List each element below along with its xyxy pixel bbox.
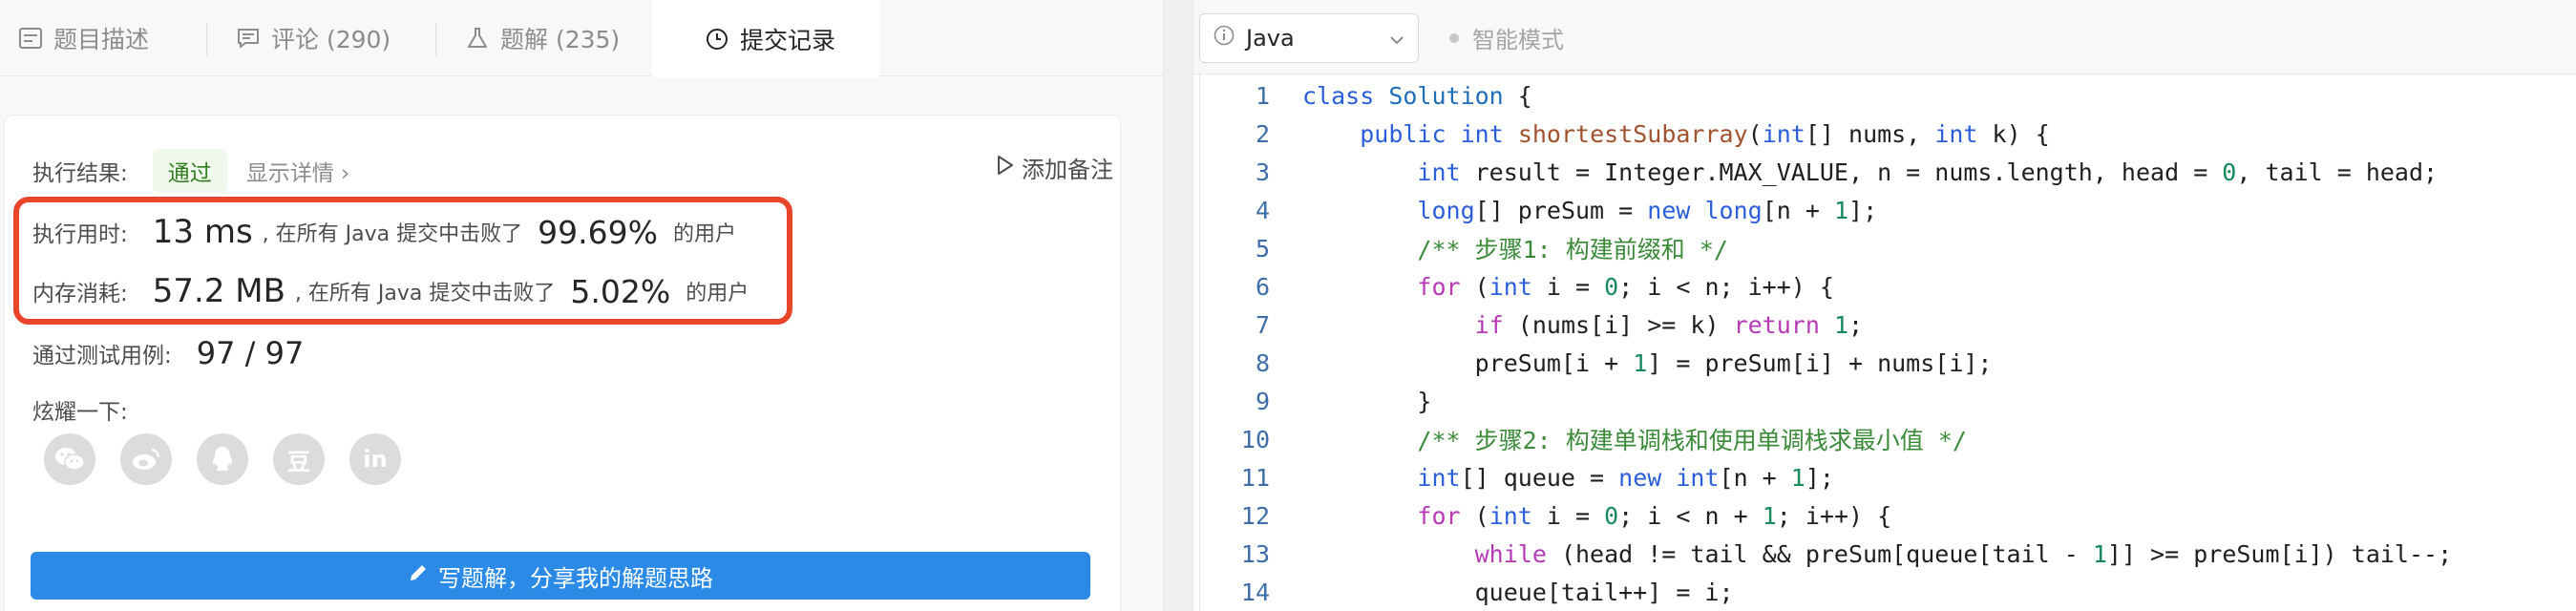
flask-icon xyxy=(464,25,491,52)
share-label: 炫耀一下: xyxy=(32,400,128,425)
tab-comments-label: 评论 (290) xyxy=(271,26,391,53)
memory-value: 57.2 MB xyxy=(152,272,285,310)
line-number: 9 xyxy=(1255,387,1270,415)
tab-submissions-label: 提交记录 xyxy=(740,26,836,54)
panel-resize-handle[interactable] xyxy=(1163,0,1193,611)
line-number: 11 xyxy=(1240,463,1270,492)
tab-solutions[interactable]: 题解 (235) xyxy=(464,0,620,76)
status-badge: 通过 xyxy=(152,149,227,193)
code-line: 10 /** 步骤2: 构建单调栈和使用单调栈求最小值 */ xyxy=(1193,420,1967,458)
tests-label: 通过测试用例: xyxy=(32,344,172,369)
linkedin-icon[interactable]: in xyxy=(349,433,401,485)
code-line: 7 if (nums[i] >= k) return 1; xyxy=(1193,306,1863,344)
code-line: 5 /** 步骤1: 构建前缀和 */ xyxy=(1193,229,1728,267)
memory-percent: 5.02% xyxy=(570,272,671,310)
code-line: 2 public int shortestSubarray(int[] nums… xyxy=(1193,115,2050,153)
tab-separator xyxy=(435,23,436,55)
runtime-compare-text: , 在所有 Java 提交中击败了 xyxy=(262,222,523,246)
language-value: Java xyxy=(1246,25,1295,52)
runtime-value: 13 ms xyxy=(152,213,253,251)
line-number: 2 xyxy=(1255,119,1270,148)
clock-icon xyxy=(704,26,730,53)
runtime-percent: 99.69% xyxy=(538,213,658,251)
line-number: 14 xyxy=(1240,578,1270,606)
code-line: 9 } xyxy=(1193,382,1432,420)
runtime-label: 执行用时: xyxy=(32,222,128,247)
douban-icon[interactable]: 豆 xyxy=(273,433,325,485)
line-number: 8 xyxy=(1255,348,1270,377)
code-editor[interactable]: 1 class Solution { 2 public int shortest… xyxy=(1193,74,2576,611)
memory-compare-text: , 在所有 Java 提交中击败了 xyxy=(294,282,556,306)
comment-icon xyxy=(235,25,262,52)
write-solution-button[interactable]: 写题解，分享我的解题思路 xyxy=(31,552,1090,600)
add-note-button[interactable]: 添加备注 xyxy=(997,151,1113,184)
tests-row: 通过测试用例: 97 / 97 xyxy=(32,333,304,373)
code-line: 8 preSum[i + 1] = preSum[i] + nums[i]; xyxy=(1193,344,1993,382)
runtime-row: 执行用时: 13 ms , 在所有 Java 提交中击败了 99.69% 的用户 xyxy=(32,212,736,252)
language-select[interactable]: Java xyxy=(1199,13,1419,63)
line-number: 13 xyxy=(1240,539,1270,568)
line-number: 10 xyxy=(1240,425,1270,453)
share-icons: 豆 in xyxy=(44,433,401,485)
info-icon xyxy=(1214,25,1235,52)
memory-suffix: 的用户 xyxy=(686,282,750,306)
editor-toolbar: Java 智能模式 xyxy=(1193,0,2576,74)
tests-value: 97 / 97 xyxy=(196,335,305,371)
result-label: 执行结果: xyxy=(32,161,128,186)
show-details-link[interactable]: 显示详情 › xyxy=(246,155,350,187)
tab-separator xyxy=(206,23,207,55)
line-number: 4 xyxy=(1255,196,1270,224)
description-icon xyxy=(17,25,44,52)
smart-mode-toggle[interactable]: 智能模式 xyxy=(1449,21,1564,54)
line-number: 6 xyxy=(1255,272,1270,301)
line-number: 5 xyxy=(1255,234,1270,263)
runtime-suffix: 的用户 xyxy=(672,222,736,246)
code-line: 6 for (int i = 0; i < n; i++) { xyxy=(1193,267,1834,306)
pencil-icon xyxy=(408,562,429,589)
tab-submissions[interactable]: 提交记录 xyxy=(652,0,879,77)
wechat-icon[interactable] xyxy=(44,433,95,485)
chevron-down-icon xyxy=(1389,27,1404,50)
flag-icon xyxy=(997,155,1014,181)
weibo-icon[interactable] xyxy=(120,433,172,485)
line-number: 7 xyxy=(1255,310,1270,339)
code-line: 13 while (head != tail && preSum[queue[t… xyxy=(1193,535,2452,573)
memory-label: 内存消耗: xyxy=(32,282,128,306)
code-line: 3 int result = Integer.MAX_VALUE, n = nu… xyxy=(1193,153,2438,191)
line-number: 12 xyxy=(1240,501,1270,530)
tab-solutions-label: 题解 (235) xyxy=(500,26,621,53)
problem-tabs: 题目描述 评论 (290) 题解 (235) 提交记录 xyxy=(0,0,1163,77)
code-line: 14 queue[tail++] = i; xyxy=(1193,573,1734,611)
tab-description[interactable]: 题目描述 xyxy=(17,0,149,76)
code-editor-panel: Java 智能模式 1 class Solution { 2 public in… xyxy=(1193,0,2576,611)
tab-description-label: 题目描述 xyxy=(53,26,150,53)
tab-comments[interactable]: 评论 (290) xyxy=(235,0,391,76)
add-note-label: 添加备注 xyxy=(1022,157,1113,183)
smart-mode-label: 智能模式 xyxy=(1472,27,1564,53)
code-line: 12 for (int i = 0; i < n + 1; i++) { xyxy=(1193,496,1891,535)
code-line: 11 int[] queue = new int[n + 1]; xyxy=(1193,458,1834,496)
qq-icon[interactable] xyxy=(197,433,248,485)
memory-row: 内存消耗: 57.2 MB , 在所有 Java 提交中击败了 5.02% 的用… xyxy=(32,271,749,311)
status-dot xyxy=(1449,32,1459,43)
code-line: 1 class Solution { xyxy=(1193,76,1532,115)
code-line: 4 long[] preSum = new long[n + 1]; xyxy=(1193,191,1877,229)
line-number: 1 xyxy=(1255,81,1270,110)
write-solution-label: 写题解，分享我的解题思路 xyxy=(438,564,713,592)
submission-panel: 题目描述 评论 (290) 题解 (235) 提交记录 执行结果: 通过 显示详… xyxy=(0,0,1163,611)
result-row: 执行结果: 通过 显示详情 › xyxy=(32,149,349,193)
share-row: 炫耀一下: xyxy=(32,393,128,426)
line-number: 3 xyxy=(1255,158,1270,186)
